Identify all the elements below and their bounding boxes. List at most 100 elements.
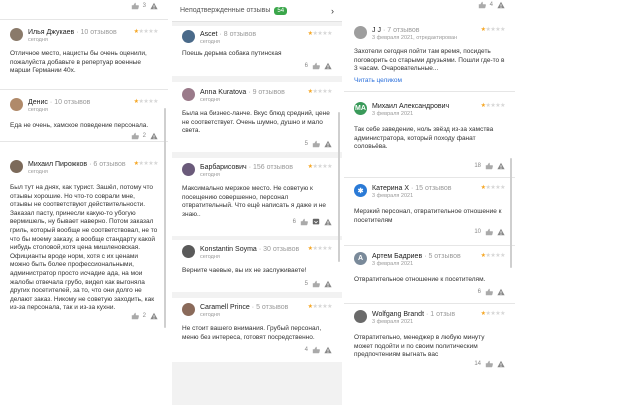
- review-date: сегодня: [200, 312, 220, 318]
- review-date: 3 февраля 2021: [372, 319, 414, 325]
- review-actions: 5: [305, 280, 332, 288]
- reviewer-name[interactable]: Денис: [28, 99, 48, 106]
- warning-icon[interactable]: [150, 312, 158, 320]
- review-card-partial: 3: [0, 0, 168, 20]
- reviews-column-right: 4 J J · 7 отзывов 3 февраля 2021, отредак…: [344, 0, 515, 405]
- comment-icon[interactable]: [312, 218, 320, 226]
- warning-icon[interactable]: [497, 228, 505, 236]
- scrollbar[interactable]: [338, 112, 340, 262]
- reviewer-name[interactable]: Илья Джукаев: [28, 29, 74, 36]
- likes-count: 6: [304, 63, 308, 69]
- review-card: Wolfgang Brandt · 1 отзыв 3 февраля 2021 …: [344, 306, 515, 405]
- reviewer-name[interactable]: Ascet: [200, 31, 218, 38]
- rating-stars: ★★★★★: [133, 161, 159, 167]
- warning-icon[interactable]: [497, 162, 505, 170]
- avatar: [10, 98, 23, 111]
- review-date: сегодня: [200, 97, 220, 103]
- reviewer-name[interactable]: Артем Бадриев: [372, 253, 422, 260]
- likes-count: 6: [477, 289, 481, 295]
- review-card-partial: 4: [344, 0, 515, 14]
- unconfirmed-count-badge: 54: [274, 6, 288, 15]
- review-text: Поешь дерьма собака путинская: [182, 50, 282, 57]
- rating-stars: ★★★★★: [307, 89, 333, 95]
- avatar: [182, 88, 195, 101]
- warning-icon[interactable]: [497, 1, 505, 9]
- reviewer-name[interactable]: Барбарисович: [200, 164, 247, 171]
- review-actions: 2: [131, 312, 158, 320]
- thumbs-up-icon[interactable]: [312, 62, 320, 70]
- rating-stars: ★★★★★: [480, 253, 506, 259]
- avatar: [354, 310, 367, 323]
- thumbs-up-icon[interactable]: [131, 2, 139, 10]
- rating-stars: ★★★★★: [480, 311, 506, 317]
- scrollbar[interactable]: [510, 158, 512, 268]
- review-date: сегодня: [200, 172, 220, 178]
- read-more-link[interactable]: Читать целиком: [354, 77, 505, 84]
- avatar: ✱: [354, 184, 367, 197]
- thumbs-up-icon[interactable]: [312, 140, 320, 148]
- warning-icon[interactable]: [497, 288, 505, 296]
- warning-icon[interactable]: [324, 62, 332, 70]
- rating-stars: ★★★★★: [480, 27, 506, 33]
- review-card: Konstantin Soyma · 30 отзывов сегодня ★★★…: [172, 240, 342, 292]
- review-count: · 30 отзывов: [258, 246, 300, 253]
- likes-count: 5: [304, 141, 308, 147]
- reviewer-name[interactable]: J J: [372, 27, 381, 34]
- review-text: Верните чаевые, вы их не заслуживаете!: [182, 267, 307, 274]
- thumbs-up-icon[interactable]: [131, 312, 139, 320]
- likes-count: 4: [489, 2, 493, 8]
- likes-count: 2: [142, 133, 146, 139]
- scrollbar[interactable]: [164, 108, 166, 328]
- empty-area: [517, 0, 640, 405]
- review-date: сегодня: [28, 169, 48, 175]
- review-card: Anna Kuratova · 9 отзывов сегодня ★★★★★ Б…: [172, 82, 342, 152]
- reviewer-name[interactable]: Caramell Prince: [200, 304, 250, 311]
- avatar: [354, 26, 367, 39]
- thumbs-up-icon[interactable]: [485, 228, 493, 236]
- review-actions: 2: [131, 132, 158, 140]
- warning-icon[interactable]: [150, 132, 158, 140]
- reviewer-name[interactable]: Wolfgang Brandt: [372, 311, 424, 318]
- reviewer-name[interactable]: Anna Kuratova: [200, 89, 246, 96]
- reviewer-name[interactable]: Катерина Х: [372, 185, 409, 192]
- thumbs-up-icon[interactable]: [300, 218, 308, 226]
- review-card: ✱ Катерина Х · 15 отзывов 3 февраля 2021 …: [344, 180, 515, 246]
- thumbs-up-icon[interactable]: [478, 1, 486, 9]
- review-text: Был тут на днях, как турист. Зашёл, пото…: [10, 184, 158, 312]
- review-text: Отвратительно, менеджер в любую минуту м…: [354, 334, 485, 359]
- rating-stars: ★★★★★: [307, 304, 333, 310]
- thumbs-up-icon[interactable]: [485, 288, 493, 296]
- review-count: · 7 отзывов: [382, 27, 420, 34]
- thumbs-up-icon[interactable]: [485, 360, 493, 368]
- review-card: J J · 7 отзывов 3 февраля 2021, отредакти…: [344, 22, 515, 92]
- review-count: · 15 отзывов: [411, 185, 452, 192]
- review-actions: 10: [474, 228, 505, 236]
- unconfirmed-reviews-bar[interactable]: Неподтвержденные отзывы 54 ›: [172, 0, 342, 22]
- warning-icon[interactable]: [324, 140, 332, 148]
- review-text: Отличное место, нацисты бы очень оценили…: [10, 50, 147, 75]
- reviewer-name[interactable]: Михаил Александрович: [372, 103, 449, 110]
- thumbs-up-icon[interactable]: [312, 280, 320, 288]
- review-text: Захотели сегодня пойти там время, посиде…: [354, 48, 505, 73]
- warning-icon[interactable]: [497, 360, 505, 368]
- chevron-right-icon[interactable]: ›: [331, 6, 334, 16]
- reviewer-name[interactable]: Михаил Пирожков: [28, 161, 87, 168]
- warning-icon[interactable]: [324, 346, 332, 354]
- likes-count: 6: [292, 219, 296, 225]
- thumbs-up-icon[interactable]: [485, 162, 493, 170]
- review-date: сегодня: [28, 37, 48, 43]
- review-count: · 5 отзывов: [424, 253, 461, 260]
- warning-icon[interactable]: [324, 280, 332, 288]
- review-actions: 5: [305, 140, 332, 148]
- reviewer-name[interactable]: Konstantin Soyma: [200, 246, 257, 253]
- warning-icon[interactable]: [150, 2, 158, 10]
- rating-stars: ★★★★★: [307, 31, 333, 37]
- review-card: Илья Джукаев · 10 отзывов сегодня ★★★★★ О…: [0, 22, 168, 90]
- avatar: [10, 160, 23, 173]
- warning-icon[interactable]: [324, 218, 332, 226]
- review-count: · 10 отзывов: [76, 29, 117, 36]
- review-text: Не стоит вашего внимания. Грубый персона…: [182, 325, 322, 341]
- thumbs-up-icon[interactable]: [312, 346, 320, 354]
- review-actions: 3: [131, 2, 158, 10]
- thumbs-up-icon[interactable]: [131, 132, 139, 140]
